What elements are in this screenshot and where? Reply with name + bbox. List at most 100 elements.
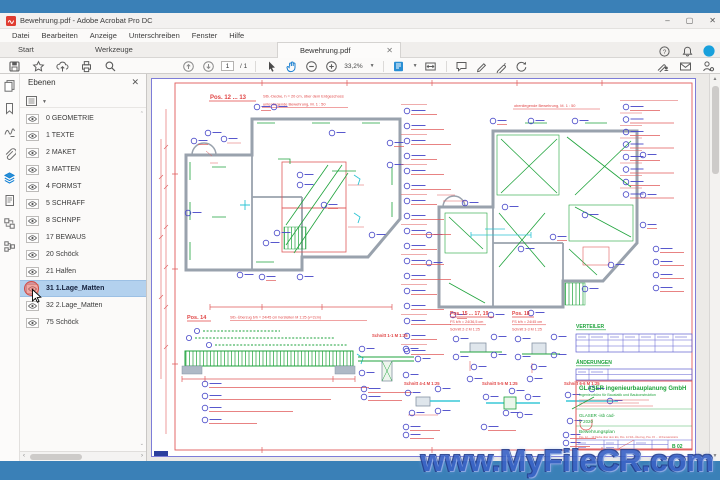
user-settings-icon[interactable]	[701, 59, 715, 73]
page-view-caret-icon[interactable]: ▼	[413, 63, 418, 69]
comment-icon[interactable]	[455, 59, 469, 73]
share-cloud-icon[interactable]	[55, 59, 69, 73]
sign-certificates-icon[interactable]	[655, 59, 669, 73]
layer-row[interactable]: 8 SCHNPF	[20, 212, 146, 229]
help-icon[interactable]: ?	[657, 44, 671, 58]
layer-visibility-eye-icon[interactable]	[26, 130, 39, 141]
scroll-right-icon[interactable]: ›	[141, 453, 143, 459]
titleblock-version: V 2020	[579, 419, 593, 424]
layer-row[interactable]: 5 SCHRAFF	[20, 195, 146, 212]
signatures-icon[interactable]	[3, 125, 17, 138]
plot-stamp	[154, 451, 168, 456]
send-track-icon[interactable]	[515, 59, 529, 73]
model-tree-icon[interactable]	[3, 240, 17, 253]
user-avatar[interactable]	[703, 45, 715, 57]
acrobat-app-icon	[6, 16, 16, 26]
document-vertical-scrollbar[interactable]: ▲ ▼	[709, 74, 720, 461]
menu-item-hilfe[interactable]: Hilfe	[223, 31, 250, 40]
bookmarks-icon[interactable]	[3, 102, 17, 115]
scrollbar-thumb[interactable]	[30, 454, 82, 460]
page-number-input[interactable]: 1	[221, 61, 234, 71]
scrollbar-thumb[interactable]	[712, 86, 719, 174]
layer-row[interactable]: 3 MATTEN	[20, 161, 146, 178]
layers-panel-close-icon[interactable]: ✕	[131, 77, 139, 88]
menu-item-anzeige[interactable]: Anzeige	[84, 31, 123, 40]
schnitt-1-1-detail: Schnitt 1-1 M 1:25	[358, 333, 431, 401]
pos18-sub1: FS b/h = 24/45 cm	[512, 320, 542, 324]
search-icon[interactable]	[103, 59, 117, 73]
maximize-button[interactable]: ▢	[686, 13, 694, 29]
menu-item-bearbeiten[interactable]: Bearbeiten	[36, 31, 84, 40]
layer-visibility-eye-icon[interactable]	[26, 266, 39, 277]
email-icon[interactable]	[678, 59, 692, 73]
tab-werkzeuge[interactable]: Werkzeuge	[95, 42, 133, 58]
content-icon[interactable]	[3, 194, 17, 207]
pdf-page[interactable]: Pos. 12 ... 13 Stb.-Decke, h = 20 cm, üb…	[151, 78, 696, 457]
navigation-rail	[0, 74, 20, 461]
layer-visibility-eye-icon[interactable]	[26, 215, 39, 226]
zoom-level-dropdown[interactable]: 33,2%	[344, 63, 362, 70]
layer-visibility-eye-icon[interactable]	[26, 164, 39, 175]
tab-close-icon[interactable]: ✕	[386, 43, 393, 58]
layer-visibility-eye-icon[interactable]	[26, 232, 39, 243]
page-view-icon[interactable]	[392, 59, 406, 73]
layer-visibility-eye-icon[interactable]	[26, 317, 39, 328]
layer-row[interactable]: 20 Schöck	[20, 246, 146, 263]
tab-document-active[interactable]: Bewehrung.pdf ✕	[277, 42, 401, 58]
minimize-button[interactable]: –	[665, 13, 669, 29]
layer-row[interactable]: 0 GEOMETRIE	[20, 110, 146, 127]
fill-sign-pen-icon[interactable]	[495, 59, 509, 73]
panel-horizontal-scrollbar[interactable]: ‹ ›	[20, 451, 146, 461]
menu-item-fenster[interactable]: Fenster	[186, 31, 223, 40]
layers-icon[interactable]	[3, 171, 17, 184]
hand-tool-icon[interactable]	[284, 59, 298, 73]
zoom-in-icon[interactable]	[324, 59, 338, 73]
fit-width-icon[interactable]	[424, 59, 438, 73]
menu-item-unterschreiben[interactable]: Unterschreiben	[123, 31, 186, 40]
print-icon[interactable]	[79, 59, 93, 73]
menu-item-datei[interactable]: Datei	[6, 31, 36, 40]
layer-name: 17 BEWAUS	[46, 234, 86, 241]
layer-name: 31 1.Lage_Matten	[46, 285, 105, 292]
notifications-bell-icon[interactable]	[680, 44, 694, 58]
schnitt-4-4-detail: Schnitt 4-4 M 1:25	[402, 381, 460, 439]
floor-plan-right	[425, 117, 657, 319]
layers-options-button[interactable]: ▼	[26, 96, 47, 107]
panel-scroll-down-icon[interactable]: ⌄	[140, 441, 144, 447]
next-page-icon[interactable]	[201, 59, 215, 73]
pos15-sub2: Schnitt 2-2 M 1:25	[450, 328, 480, 332]
main-area: Ebenen ✕ ▼ 0 GEOMETRIE 1 TEXTE 2 MAKET 3 MA…	[0, 74, 720, 461]
layer-row[interactable]: 4 FORMST	[20, 178, 146, 195]
layer-visibility-eye-icon[interactable]	[26, 198, 39, 209]
layer-visibility-eye-icon[interactable]	[26, 181, 39, 192]
previous-page-icon[interactable]	[181, 59, 195, 73]
layer-row[interactable]: 2 MAKET	[20, 144, 146, 161]
zoom-out-icon[interactable]	[304, 59, 318, 73]
scroll-left-icon[interactable]: ‹	[23, 453, 25, 459]
layer-row[interactable]: 21 Halfen	[20, 263, 146, 280]
right-plan-title: obenliegende Bewehrung, M. 1 : 50	[514, 103, 576, 108]
panel-scroll-up-icon[interactable]: ⌃	[140, 111, 144, 117]
save-icon[interactable]	[7, 59, 21, 73]
page-thumbnails-icon[interactable]	[3, 79, 17, 92]
tab-start[interactable]: Start	[18, 42, 34, 58]
select-tool-icon[interactable]	[264, 59, 278, 73]
star-favorite-icon[interactable]	[31, 59, 45, 73]
layer-visibility-eye-icon[interactable]	[26, 249, 39, 260]
pos12-sub1: Stb.-Decke, h = 20 cm, über dem Erdgesch…	[263, 94, 344, 99]
pos15-sub1: FS b/h = 24/36,5 cm	[450, 320, 483, 324]
close-button[interactable]: ✕	[709, 13, 716, 29]
order-icon[interactable]	[3, 217, 17, 230]
layer-visibility-eye-icon[interactable]	[26, 113, 39, 124]
zoom-caret-icon[interactable]: ▼	[370, 63, 375, 69]
layer-row[interactable]: 17 BEWAUS	[20, 229, 146, 246]
layer-row[interactable]: 1 TEXTE	[20, 127, 146, 144]
pos18-title: Pos. 18	[512, 311, 530, 317]
scroll-up-icon[interactable]: ▲	[710, 76, 720, 82]
layer-visibility-eye-icon[interactable]	[26, 147, 39, 158]
pencil-annotate-icon[interactable]	[475, 59, 489, 73]
layer-row[interactable]: 75 Schöck	[20, 314, 146, 331]
menu-bar: Datei Bearbeiten Anzeige Unterschreiben …	[0, 29, 720, 42]
layer-name: 20 Schöck	[46, 251, 79, 258]
attachments-paperclip-icon[interactable]	[3, 148, 17, 161]
